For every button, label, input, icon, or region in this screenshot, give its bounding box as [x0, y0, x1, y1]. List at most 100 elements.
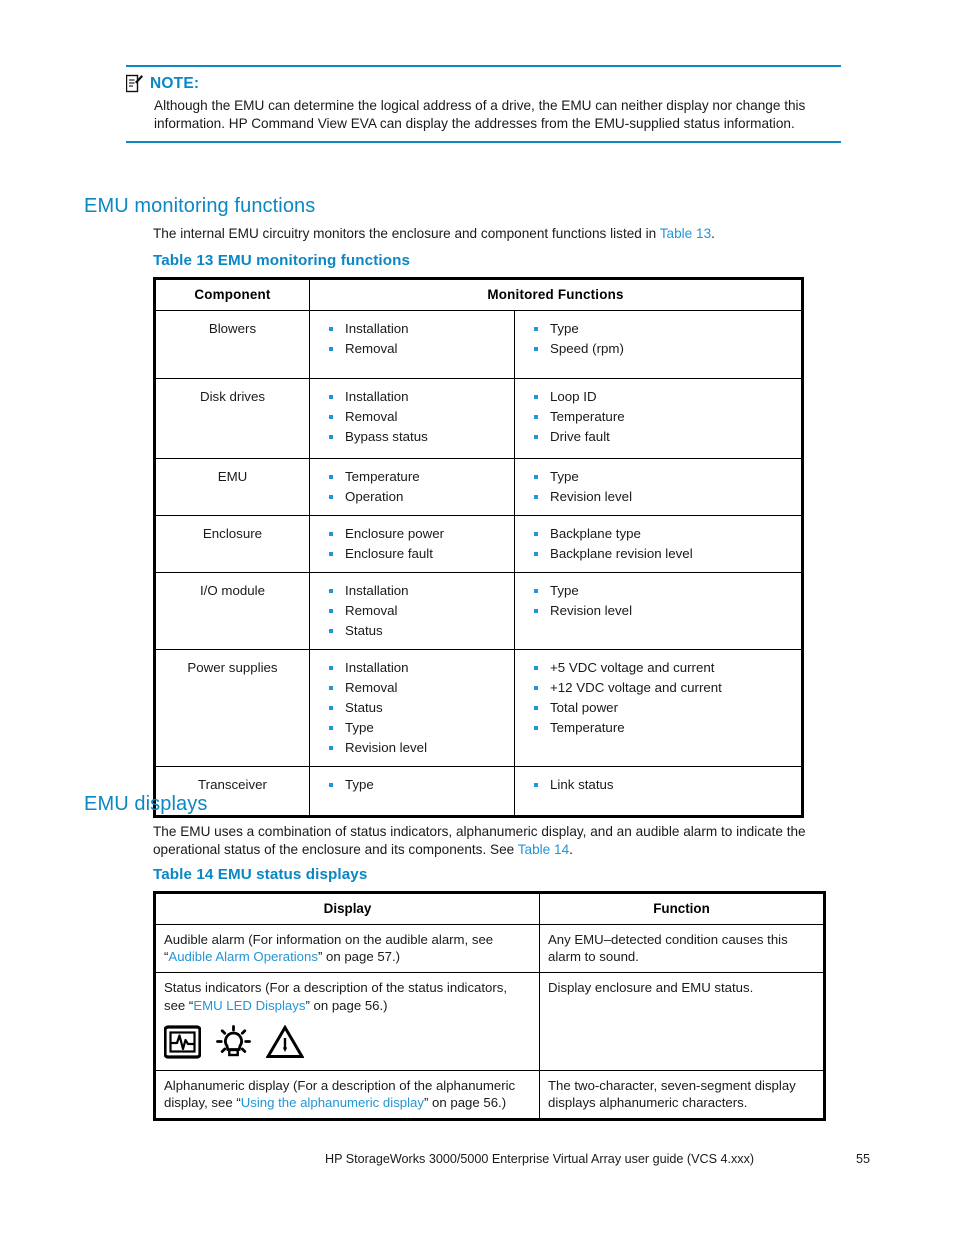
bullet-list: Type Revision level — [523, 581, 797, 621]
table-13-functions-cell-b: Type Revision level — [513, 572, 804, 650]
display-text-post: ” on page 56.) — [305, 997, 388, 1013]
bullet-list: Enclosure power Enclosure fault — [318, 524, 510, 564]
bullet-list: Temperature Operation — [318, 467, 510, 507]
bullet-list: +5 VDC voltage and current +12 VDC volta… — [523, 658, 797, 738]
list-item: Removal — [318, 339, 510, 359]
note-header: NOTE: — [125, 74, 841, 93]
list-item: Temperature — [318, 467, 510, 487]
table-13-component-cell: Disk drives — [154, 378, 310, 459]
table-13-functions-cell-a: Enclosure power Enclosure fault — [309, 515, 515, 573]
list-item: Type — [523, 581, 797, 601]
link-table-14[interactable]: Table 14 — [518, 842, 569, 857]
list-item: Backplane type — [523, 524, 797, 544]
table-14-function-cell: The two-character, seven-segment display… — [539, 1069, 825, 1121]
link-audible-alarm-operations[interactable]: Audible Alarm Operations — [168, 949, 318, 964]
table-13-functions-cell-a: Installation Removal Bypass status — [309, 378, 515, 459]
bullet-list: Type — [318, 775, 510, 795]
table-row: Audible alarm (For information on the au… — [154, 923, 825, 974]
bullet-list: Type Revision level — [523, 467, 797, 507]
list-item: Temperature — [523, 718, 797, 738]
table-14-function-cell: Any EMU–detected condition causes this a… — [539, 923, 825, 974]
table-13-functions-cell-a: Type — [309, 766, 515, 817]
note-top-rule — [126, 65, 841, 67]
table-14-display-cell: Alphanumeric display (For a description … — [154, 1069, 540, 1121]
uid-bulb-icon — [215, 1024, 252, 1063]
table-13-component-cell: EMU — [154, 458, 310, 516]
table-13-functions-cell-a: Installation Removal Status — [309, 572, 515, 650]
list-item: Type — [318, 775, 510, 795]
footer-page-number: 55 — [855, 1152, 870, 1166]
link-emu-led-displays[interactable]: EMU LED Displays — [193, 998, 305, 1013]
list-item: Revision level — [318, 738, 510, 758]
section2-intro-paragraph: The EMU uses a combination of status ind… — [153, 823, 863, 859]
list-item: Revision level — [523, 487, 797, 507]
link-table-13[interactable]: Table 13 — [660, 226, 711, 241]
table-13-functions-cell-a: Installation Removal Status Type Revisio… — [309, 649, 515, 767]
table-13-functions-cell-b: Link status — [513, 766, 804, 817]
bullet-list: Loop ID Temperature Drive fault — [523, 387, 797, 447]
table-13-functions-cell-b: Type Speed (rpm) — [513, 310, 804, 379]
table-row: Power supplies Installation Removal Stat… — [154, 649, 804, 767]
fault-warning-icon — [265, 1024, 305, 1063]
table-13-header-row: Component Monitored Functions — [154, 278, 804, 311]
list-item: Removal — [318, 601, 510, 621]
list-item: Bypass status — [318, 427, 510, 447]
link-using-the-alphanumeric-display[interactable]: Using the alphanumeric display — [241, 1095, 424, 1110]
list-item: Type — [318, 718, 510, 738]
bullet-list: Type Speed (rpm) — [523, 319, 797, 359]
bullet-list: Installation Removal Bypass status — [318, 387, 510, 447]
enclosure-status-icon — [163, 1025, 202, 1063]
section2-intro-text-pre: The EMU uses a combination of status ind… — [153, 824, 806, 857]
table-13-functions-cell-a: Temperature Operation — [309, 458, 515, 516]
table-14-col-header-function: Function — [539, 892, 825, 925]
section1-intro-paragraph: The internal EMU circuitry monitors the … — [153, 225, 813, 243]
table-14-body: Audible alarm (For information on the au… — [154, 923, 825, 1121]
list-item: Temperature — [523, 407, 797, 427]
bullet-list: Installation Removal Status Type Revisio… — [318, 658, 510, 758]
list-item: Installation — [318, 581, 510, 601]
section1-intro-text-post: . — [711, 226, 715, 241]
table-14-function-cell: Display enclosure and EMU status. — [539, 972, 825, 1071]
table-14-display-cell: Audible alarm (For information on the au… — [154, 923, 540, 974]
page-footer: HP StorageWorks 3000/5000 Enterprise Vir… — [325, 1152, 870, 1166]
note-pencil-icon — [125, 74, 143, 93]
list-item: Status — [318, 698, 510, 718]
table-row: Transceiver Type Link status — [154, 766, 804, 817]
section2-intro-text-post: . — [569, 841, 573, 857]
list-item: Backplane revision level — [523, 544, 797, 564]
bullet-list: Backplane type Backplane revision level — [523, 524, 797, 564]
table-14-header-row: Display Function — [154, 892, 825, 925]
document-page: NOTE: Although the EMU can determine the… — [0, 0, 954, 1235]
display-text-post: ” on page 56.) — [423, 1095, 507, 1111]
list-item: Removal — [318, 407, 510, 427]
section-heading-emu-displays: EMU displays — [84, 793, 208, 815]
list-item: Installation — [318, 387, 510, 407]
table-row: Status indicators (For a description of … — [154, 972, 825, 1071]
list-item: Operation — [318, 487, 510, 507]
list-item: Speed (rpm) — [523, 339, 797, 359]
bullet-list: Installation Removal — [318, 319, 510, 359]
list-item: +12 VDC voltage and current — [523, 678, 797, 698]
table-13-component-cell: Enclosure — [154, 515, 310, 573]
table-13-component-cell: Blowers — [154, 310, 310, 379]
table-row: EMU Temperature Operation Type Revision … — [154, 458, 804, 516]
list-item: Installation — [318, 319, 510, 339]
table-13-col-header-component: Component — [154, 278, 310, 311]
table-row: Blowers Installation Removal Type Speed … — [154, 310, 804, 379]
table-13-caption: Table 13 EMU monitoring functions — [153, 252, 410, 269]
table-14-col-header-display: Display — [154, 892, 540, 925]
note-text: Although the EMU can determine the logic… — [154, 98, 806, 131]
table-emu-status-displays: Display Function Audible alarm (For info… — [153, 891, 826, 1122]
table-13-functions-cell-b: Type Revision level — [513, 458, 804, 516]
table-row: Enclosure Enclosure power Enclosure faul… — [154, 515, 804, 573]
table-13-functions-cell-b: Backplane type Backplane revision level — [513, 515, 804, 573]
list-item: Type — [523, 467, 797, 487]
table-row: Disk drives Installation Removal Bypass … — [154, 378, 804, 459]
list-item: Enclosure power — [318, 524, 510, 544]
table-row: Alphanumeric display (For a description … — [154, 1069, 825, 1121]
section1-intro-text-pre: The internal EMU circuitry monitors the … — [153, 226, 660, 241]
table-13-component-cell: Power supplies — [154, 649, 310, 767]
list-item: Removal — [318, 678, 510, 698]
list-item: Type — [523, 319, 797, 339]
display-text-post: ” on page 57.) — [317, 949, 401, 965]
